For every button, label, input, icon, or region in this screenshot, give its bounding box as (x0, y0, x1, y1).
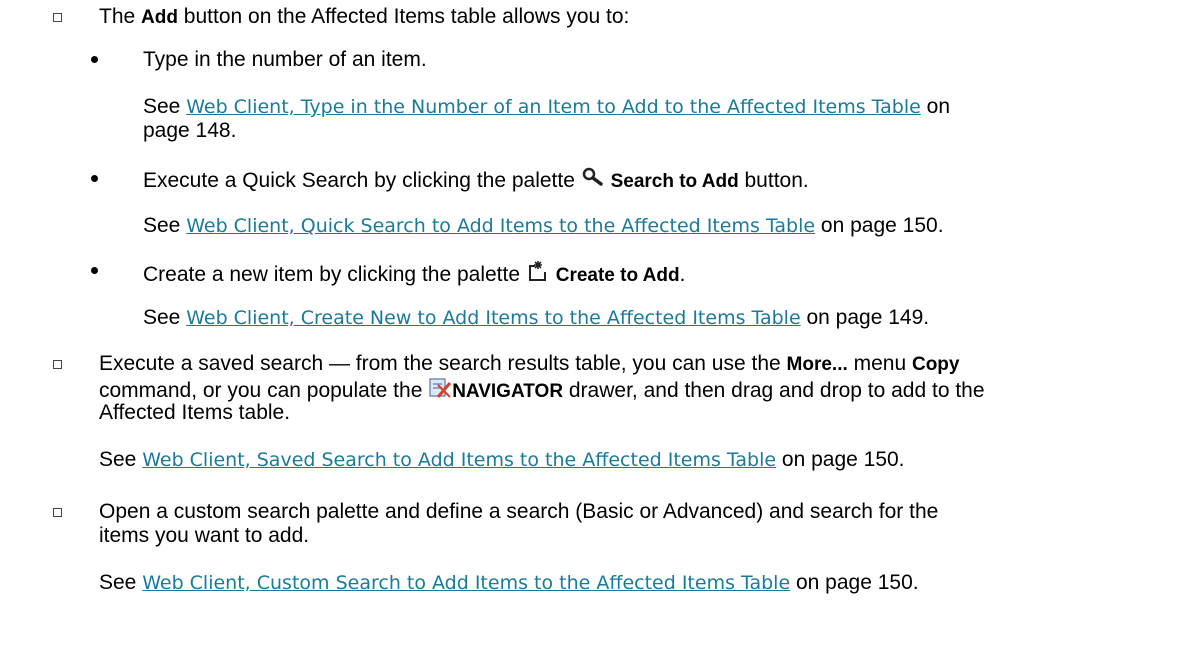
item3-line1: Open a custom search palette and define … (99, 500, 939, 523)
square-bullet (53, 360, 62, 369)
create-new-icon (526, 259, 550, 289)
item2-line1: Execute a saved search — from the search… (99, 352, 960, 375)
sub1-text: Type in the number of an item. (143, 48, 427, 71)
link-custom-search[interactable]: Web Client, Custom Search to Add Items t… (142, 572, 790, 594)
sub1-page: page 148. (143, 119, 237, 142)
item3-line2: items you want to add. (99, 524, 310, 547)
link-quick-search[interactable]: Web Client, Quick Search to Add Items to… (186, 215, 815, 237)
magnifier-icon (581, 167, 605, 195)
link-type-in-number[interactable]: Web Client, Type in the Number of an Ite… (186, 96, 921, 118)
item2-line3: Affected Items table. (99, 401, 291, 424)
sub1-see: See Web Client, Type in the Number of an… (143, 95, 951, 118)
round-bullet (91, 175, 98, 182)
item1-text: The Add button on the Affected Items tab… (99, 5, 630, 28)
link-create-new[interactable]: Web Client, Create New to Add Items to t… (186, 307, 800, 329)
navigator-icon (428, 377, 452, 405)
square-bullet (53, 508, 62, 517)
item3-see: See Web Client, Custom Search to Add Ite… (99, 571, 919, 594)
document-page: The Add button on the Affected Items tab… (0, 0, 1188, 648)
sub2-see: See Web Client, Quick Search to Add Item… (143, 214, 944, 237)
sub2-text: Execute a Quick Search by clicking the p… (143, 167, 809, 195)
round-bullet (91, 56, 98, 63)
sub3-see: See Web Client, Create New to Add Items … (143, 306, 930, 329)
square-bullet (53, 13, 62, 22)
item2-see: See Web Client, Saved Search to Add Item… (99, 448, 905, 471)
round-bullet (91, 267, 98, 274)
sub3-text: Create a new item by clicking the palett… (143, 259, 685, 289)
link-saved-search[interactable]: Web Client, Saved Search to Add Items to… (142, 449, 776, 471)
